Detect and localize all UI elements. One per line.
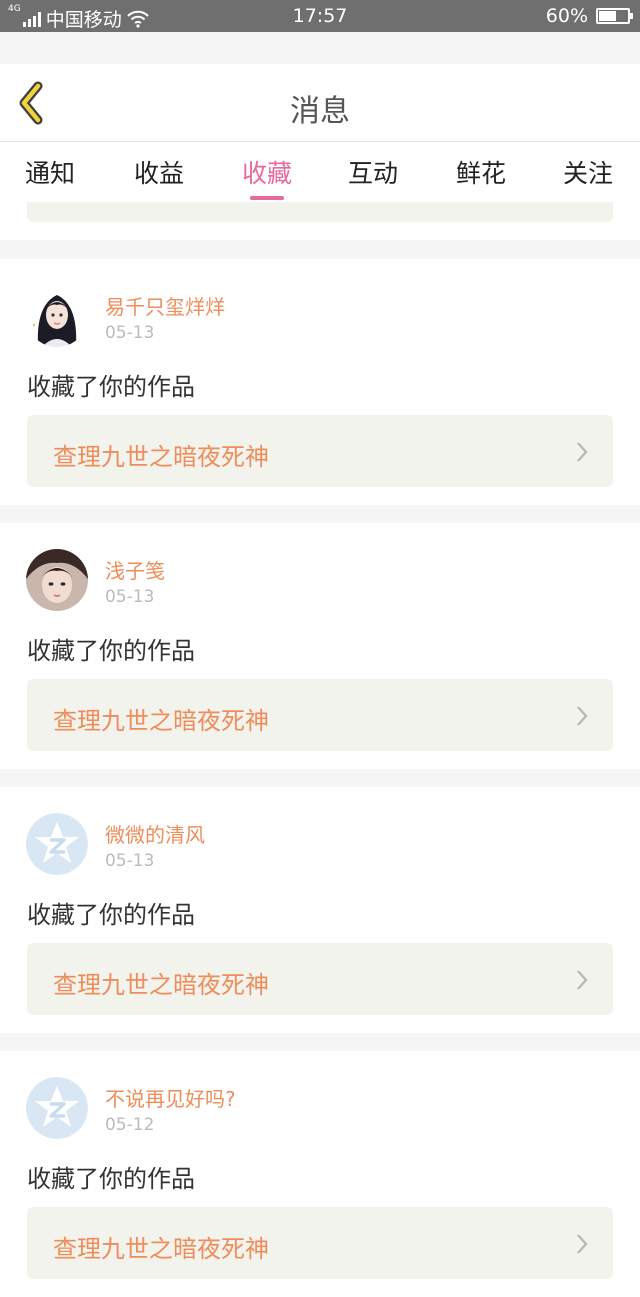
message-action: 收藏了你的作品 bbox=[27, 901, 195, 929]
chevron-right-icon bbox=[577, 706, 588, 726]
status-right: 60% bbox=[545, 5, 633, 27]
work-link[interactable]: 查理九世之暗夜死神 bbox=[27, 415, 613, 487]
work-link[interactable]: 查理九世之暗夜死神 bbox=[27, 943, 613, 1015]
battery-level bbox=[599, 11, 616, 21]
message-date: 05-13 bbox=[105, 587, 155, 607]
status-bar: 4G 中国移动 17:57 60% bbox=[0, 0, 640, 32]
username[interactable]: 易千只玺烊烊 bbox=[105, 291, 225, 320]
tab-following[interactable]: 关注 bbox=[543, 154, 633, 190]
previous-card-fragment bbox=[0, 202, 640, 240]
tab-bar: 通知 收益 收藏 互动 鲜花 关注 bbox=[0, 142, 640, 202]
page-title: 消息 bbox=[290, 94, 350, 129]
battery-percent: 60% bbox=[545, 5, 588, 27]
avatar[interactable] bbox=[26, 1077, 88, 1139]
chevron-right-icon bbox=[577, 1234, 588, 1254]
work-title: 查理九世之暗夜死神 bbox=[53, 443, 269, 471]
work-title: 查理九世之暗夜死神 bbox=[53, 707, 269, 735]
username[interactable]: 浅子笺 bbox=[105, 555, 165, 584]
tab-flowers[interactable]: 鲜花 bbox=[436, 154, 526, 190]
work-title: 查理九世之暗夜死神 bbox=[53, 1235, 269, 1263]
tab-earnings[interactable]: 收益 bbox=[114, 154, 204, 190]
message-date: 05-12 bbox=[105, 1115, 155, 1135]
work-link[interactable]: 查理九世之暗夜死神 bbox=[27, 679, 613, 751]
avatar[interactable] bbox=[26, 549, 88, 611]
tab-notifications[interactable]: 通知 bbox=[5, 154, 95, 190]
avatar[interactable] bbox=[26, 285, 88, 347]
message-action: 收藏了你的作品 bbox=[27, 1165, 195, 1193]
photo-girl-avatar-icon bbox=[26, 549, 88, 611]
message-action: 收藏了你的作品 bbox=[27, 637, 195, 665]
work-title: 查理九世之暗夜死神 bbox=[53, 971, 269, 999]
message-action: 收藏了你的作品 bbox=[27, 373, 195, 401]
tab-favorites[interactable]: 收藏 bbox=[222, 154, 312, 200]
page-header: 消息 bbox=[0, 64, 640, 142]
anime-girl-avatar-icon bbox=[26, 285, 88, 347]
message-card: 不说再见好吗? 05-12 收藏了你的作品 查理九世之暗夜死神 bbox=[0, 1051, 640, 1297]
message-card: 易千只玺烊烊 05-13 收藏了你的作品 查理九世之暗夜死神 bbox=[0, 259, 640, 505]
status-time: 17:57 bbox=[292, 5, 348, 27]
chevron-right-icon bbox=[577, 442, 588, 462]
avatar[interactable] bbox=[26, 813, 88, 875]
default-avatar-icon bbox=[26, 813, 88, 875]
message-date: 05-13 bbox=[105, 323, 155, 343]
username[interactable]: 微微的清风 bbox=[105, 819, 205, 848]
chevron-right-icon bbox=[577, 970, 588, 990]
username[interactable]: 不说再见好吗? bbox=[105, 1083, 236, 1112]
message-card: 微微的清风 05-13 收藏了你的作品 查理九世之暗夜死神 bbox=[0, 787, 640, 1033]
work-link[interactable]: 查理九世之暗夜死神 bbox=[27, 1207, 613, 1279]
message-date: 05-13 bbox=[105, 851, 155, 871]
battery-icon bbox=[596, 8, 633, 24]
tab-interactions[interactable]: 互动 bbox=[328, 154, 418, 190]
default-avatar-icon bbox=[26, 1077, 88, 1139]
message-card: 浅子笺 05-13 收藏了你的作品 查理九世之暗夜死神 bbox=[0, 523, 640, 769]
work-link-fragment[interactable] bbox=[27, 202, 613, 222]
